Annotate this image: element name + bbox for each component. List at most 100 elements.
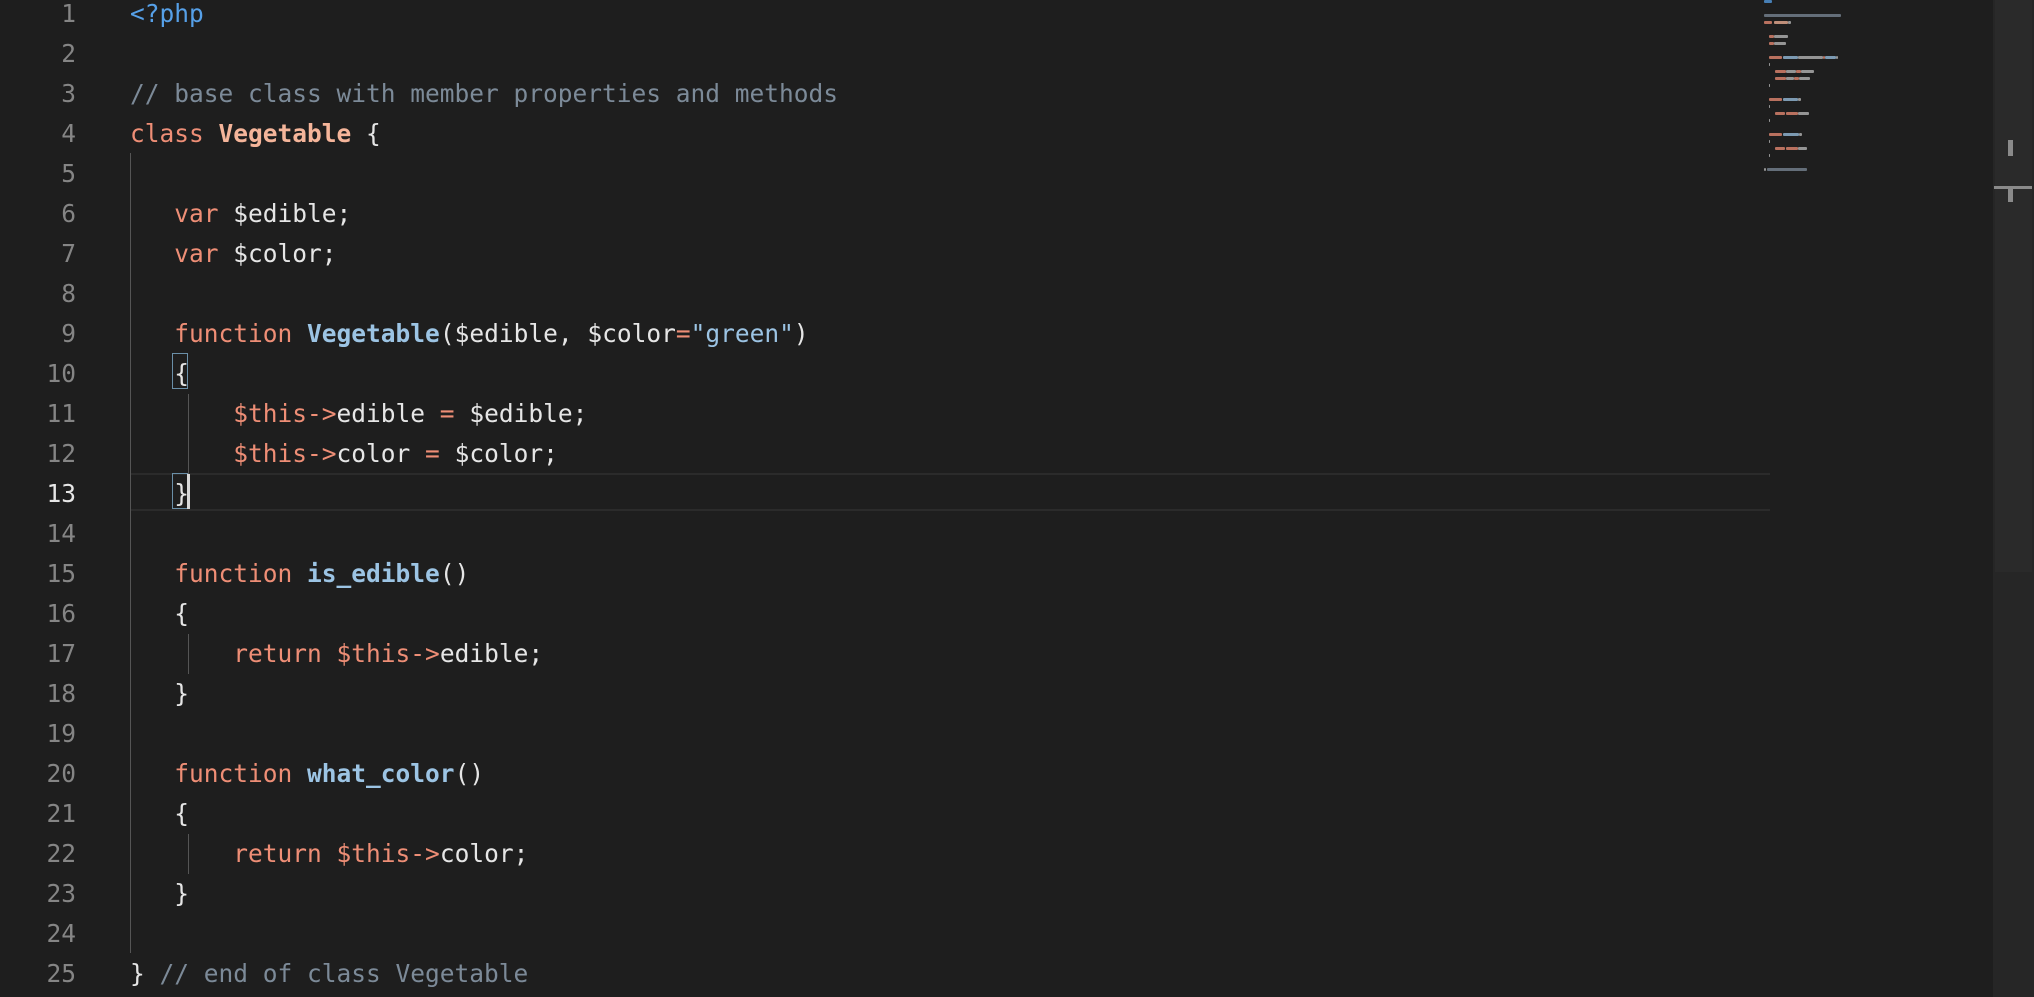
code-token: // end of class Vegetable bbox=[159, 959, 529, 988]
code-line[interactable]: { bbox=[130, 800, 189, 840]
minimap-line bbox=[1799, 133, 1803, 136]
text-cursor bbox=[187, 474, 190, 509]
line-number: 8 bbox=[61, 279, 76, 308]
code-line[interactable]: class Vegetable { bbox=[130, 120, 381, 160]
line-number: 6 bbox=[61, 199, 76, 228]
indent-guide bbox=[130, 153, 131, 953]
code-line[interactable]: } bbox=[130, 880, 189, 920]
minimap-line bbox=[1768, 154, 1771, 157]
minimap-line bbox=[1786, 112, 1798, 115]
code-token: is_edible bbox=[307, 559, 440, 588]
code-text-area[interactable]: <?php // base class with member propertie… bbox=[130, 0, 1770, 997]
code-line[interactable]: var $edible; bbox=[130, 200, 351, 240]
minimap-line bbox=[1797, 56, 1824, 59]
scrollbar-marker bbox=[1994, 186, 2032, 189]
code-line[interactable]: <?php bbox=[130, 0, 204, 40]
minimap-line bbox=[1786, 70, 1796, 73]
line-number: 5 bbox=[61, 159, 76, 188]
code-token: } bbox=[130, 959, 145, 988]
code-token: = bbox=[425, 399, 470, 428]
code-line[interactable]: return $this->color; bbox=[130, 840, 528, 880]
code-token: <?php bbox=[130, 0, 204, 28]
line-number: 14 bbox=[46, 519, 76, 548]
minimap-line bbox=[1783, 56, 1798, 59]
code-line[interactable]: return $this->edible; bbox=[130, 640, 543, 680]
code-token: $this-> bbox=[233, 439, 337, 468]
code-token: edible; bbox=[439, 639, 544, 668]
code-token: () bbox=[454, 759, 485, 788]
line-number: 17 bbox=[46, 639, 76, 668]
minimap-line bbox=[1773, 42, 1787, 45]
code-token: Vegetable bbox=[307, 319, 440, 348]
line-number: 13 bbox=[46, 479, 76, 508]
code-line[interactable]: } // end of class Vegetable bbox=[130, 960, 528, 997]
minimap-line bbox=[1768, 105, 1771, 108]
minimap[interactable] bbox=[1764, 0, 1994, 200]
code-token: var bbox=[174, 239, 219, 268]
line-number: 25 bbox=[46, 959, 76, 988]
minimap-line bbox=[1773, 35, 1788, 38]
line-number: 15 bbox=[46, 559, 76, 588]
code-editor[interactable]: 1 2 3 4 5 6 7 8 9 10 11 12 13 14 15 16 17 18 19 20 21 22 23 24 2… bbox=[0, 0, 2034, 997]
code-token: $edible; bbox=[469, 399, 588, 428]
minimap-line bbox=[1797, 112, 1809, 115]
minimap-line bbox=[1824, 56, 1836, 59]
code-line[interactable]: $this->color = $color; bbox=[130, 440, 558, 480]
code-line[interactable]: // base class with member properties and… bbox=[130, 80, 838, 120]
code-line[interactable]: var $color; bbox=[130, 239, 337, 280]
code-token: () bbox=[439, 559, 470, 588]
minimap-line bbox=[1783, 133, 1800, 136]
code-line[interactable]: { bbox=[130, 600, 189, 640]
matching-bracket-close bbox=[172, 473, 188, 509]
code-line[interactable]: $this->edible = $edible; bbox=[130, 400, 587, 440]
minimap-line bbox=[1836, 56, 1838, 59]
minimap-line bbox=[1767, 168, 1808, 171]
line-number: 23 bbox=[46, 879, 76, 908]
minimap-line bbox=[1800, 70, 1814, 73]
line-number: 9 bbox=[61, 319, 76, 348]
line-number: 10 bbox=[46, 359, 76, 388]
minimap-line bbox=[1775, 147, 1785, 150]
code-token: edible bbox=[336, 399, 426, 428]
code-token: function bbox=[174, 319, 293, 348]
code-token: Vegetable bbox=[218, 119, 352, 148]
code-token: function bbox=[174, 559, 293, 588]
code-line[interactable]: function is_edible() bbox=[130, 560, 469, 600]
code-token: ) bbox=[793, 319, 809, 348]
code-token: return bbox=[233, 839, 322, 868]
code-token: "green" bbox=[690, 319, 794, 348]
code-line[interactable]: } bbox=[130, 680, 189, 720]
code-line[interactable]: function Vegetable($edible, $color="gree… bbox=[130, 319, 809, 360]
code-token: = bbox=[675, 319, 691, 348]
minimap-line bbox=[1768, 133, 1782, 136]
indent-guide bbox=[188, 394, 189, 474]
scrollbar-thumb[interactable] bbox=[1995, 0, 2032, 572]
code-token: $color; bbox=[454, 439, 558, 468]
minimap-line bbox=[1775, 70, 1787, 73]
minimap-line bbox=[1768, 119, 1771, 122]
line-number: 3 bbox=[61, 79, 76, 108]
code-line[interactable]: function what_color() bbox=[130, 760, 484, 800]
minimap-line bbox=[1797, 147, 1808, 150]
minimap-line bbox=[1797, 98, 1801, 101]
minimap-line bbox=[1768, 84, 1771, 87]
minimap-line bbox=[1768, 35, 1774, 38]
line-number: 18 bbox=[46, 679, 76, 708]
code-token: color bbox=[336, 439, 411, 468]
code-token: $color; bbox=[218, 239, 337, 268]
minimap-line bbox=[1764, 14, 1841, 17]
